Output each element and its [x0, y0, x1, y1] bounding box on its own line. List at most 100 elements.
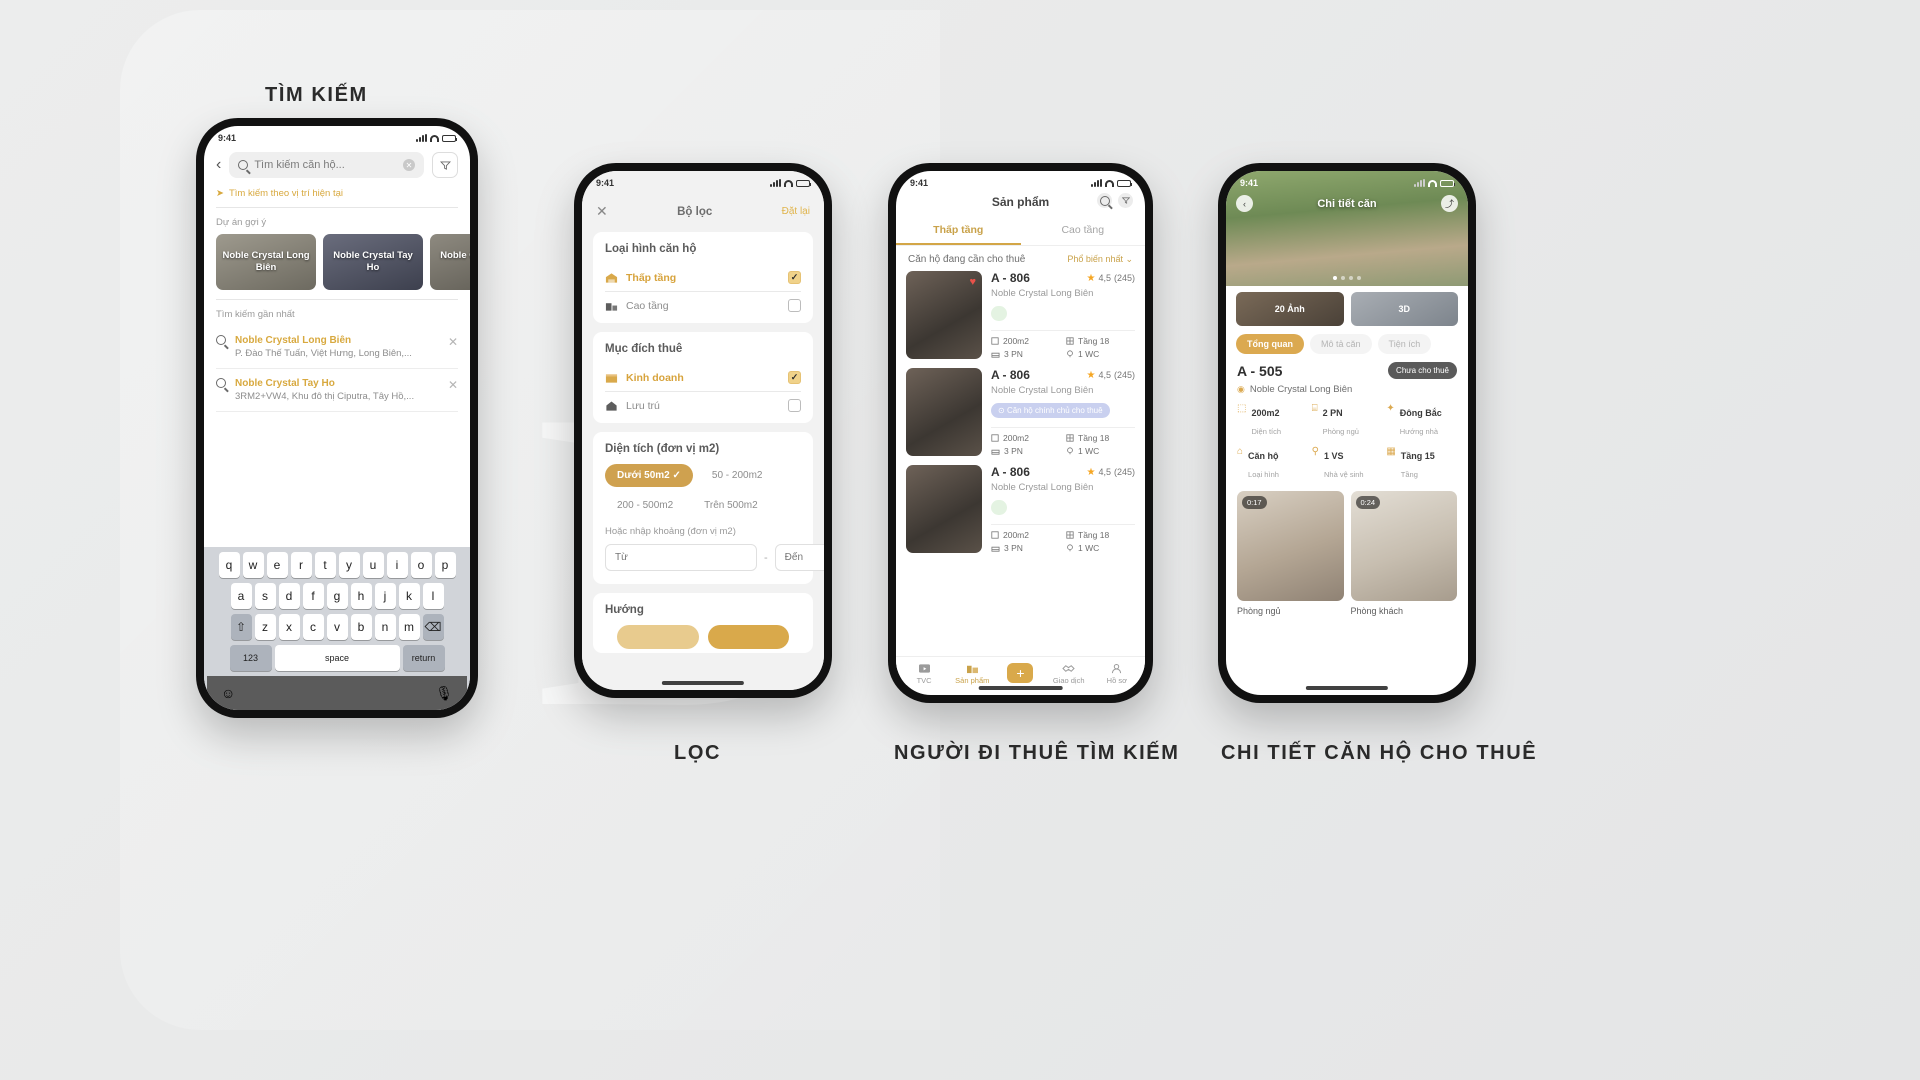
list-item[interactable]: A - 806 ★ 4,5 (245) Noble Crystal Long Bi… — [906, 465, 1135, 553]
mic-icon[interactable]: 🎙 — [435, 685, 453, 702]
key[interactable]: m — [398, 614, 420, 640]
checkbox-checked[interactable]: ✓ — [788, 371, 801, 384]
checkbox-checked[interactable]: ✓ — [788, 271, 801, 284]
nav-label: Sản phẩm — [955, 676, 990, 685]
filter-icon[interactable] — [1118, 193, 1133, 208]
tab-amenities[interactable]: Tiện ích — [1377, 334, 1432, 354]
checkbox[interactable] — [788, 399, 801, 412]
tab-low-rise[interactable]: Thấp tầng — [896, 217, 1021, 245]
project-card[interactable]: Noble Crystal Tay Ho — [430, 234, 470, 290]
nav-item-tvc[interactable]: TVC — [900, 663, 948, 685]
key[interactable]: x — [278, 614, 300, 640]
nav-item-products[interactable]: Sản phẩm — [948, 663, 996, 685]
reset-button[interactable]: Đặt lại — [782, 206, 810, 217]
sort-dropdown[interactable]: Phổ biến nhất ⌄ — [1067, 254, 1133, 265]
nav-item-profile[interactable]: Hồ sơ — [1093, 663, 1141, 685]
remove-icon[interactable]: ✕ — [448, 378, 458, 392]
emoji-icon[interactable]: ☺ — [221, 685, 235, 701]
filter-button[interactable] — [432, 152, 458, 178]
backspace-key[interactable]: ⌫ — [422, 614, 444, 640]
filter-option-low-rise[interactable]: Thấp tầng ✓ — [605, 264, 801, 292]
share-icon[interactable]: ⤴ — [1440, 195, 1458, 212]
tab-overview[interactable]: Tổng quan — [1236, 334, 1304, 354]
spec-key: Tầng — [1400, 470, 1418, 479]
key[interactable]: d — [278, 583, 300, 609]
key[interactable]: v — [326, 614, 348, 640]
list-item[interactable]: Noble Crystal Tay Ho 3RM2+VW4, Khu đô th… — [216, 369, 458, 412]
return-key[interactable]: return — [402, 645, 445, 671]
key[interactable]: l — [422, 583, 444, 609]
room-card[interactable]: 0:24 Phòng khách — [1350, 491, 1457, 616]
plus-icon[interactable]: + — [1007, 663, 1034, 683]
key[interactable]: w — [242, 552, 264, 578]
area-from-input[interactable] — [605, 544, 757, 571]
search-input[interactable]: Tìm kiếm căn hộ... ✕ — [229, 152, 424, 178]
chevron-left-icon[interactable]: ‹ — [216, 156, 221, 174]
video-duration: 0:24 — [1355, 496, 1381, 509]
key[interactable]: j — [374, 583, 396, 609]
shift-key[interactable]: ⇧ — [230, 614, 252, 640]
chevron-left-icon[interactable]: ‹ — [1236, 195, 1253, 212]
area-chip[interactable]: Trên 500m2 — [692, 494, 770, 517]
area-to-input[interactable] — [774, 544, 824, 571]
key[interactable]: e — [266, 552, 288, 578]
area-chip[interactable]: 50 - 200m2 — [699, 464, 775, 487]
spec-wc: 1 WC — [1066, 543, 1135, 553]
area-chip[interactable]: 200 - 500m2 — [605, 494, 686, 517]
key[interactable]: p — [434, 552, 456, 578]
key[interactable]: z — [254, 614, 276, 640]
project-card[interactable]: Noble Crystal Long Biên — [216, 234, 316, 290]
photos-button[interactable]: 20 Ảnh — [1236, 292, 1344, 326]
clear-icon[interactable]: ✕ — [403, 159, 415, 171]
key[interactable]: k — [398, 583, 420, 609]
project-card[interactable]: Noble Crystal Tay Ho — [323, 234, 423, 290]
list-item[interactable]: A - 806 ★ 4,5 (245) Noble Crystal Long Bi… — [906, 368, 1135, 456]
numbers-key[interactable]: 123 — [229, 645, 272, 671]
key[interactable]: t — [314, 552, 336, 578]
current-location-search[interactable]: ➤ Tìm kiếm theo vị trí hiện tại — [204, 188, 470, 207]
room-card[interactable]: 0:17 Phòng ngủ — [1237, 491, 1344, 616]
direction-chip[interactable] — [707, 625, 789, 649]
area-chip-selected[interactable]: Dưới 50m2 ✓ — [605, 464, 693, 487]
list-item[interactable]: ♥ A - 806 ★ 4,5 (245) Noble Crystal Long … — [906, 271, 1135, 359]
wifi-icon — [430, 134, 439, 142]
key[interactable]: s — [254, 583, 276, 609]
filter-option-business[interactable]: Kinh doanh ✓ — [605, 364, 801, 392]
key[interactable]: y — [338, 552, 360, 578]
listing-name: A - 806 — [991, 368, 1030, 382]
key[interactable]: f — [302, 583, 324, 609]
search-icon[interactable] — [1097, 193, 1112, 208]
tab-description[interactable]: Mô tả căn — [1310, 334, 1372, 354]
key[interactable]: g — [326, 583, 348, 609]
space-key[interactable]: space — [274, 645, 400, 671]
threed-button[interactable]: 3D — [1350, 292, 1458, 326]
caption-renter-search: NGƯỜI ĐI THUÊ TÌM KIẾM — [894, 742, 1180, 764]
direction-chip[interactable] — [617, 625, 699, 649]
key[interactable]: u — [362, 552, 384, 578]
list-item[interactable]: Noble Crystal Long Biên P. Đào Thế Tuấn,… — [216, 326, 458, 369]
status-time: 9:41 — [1240, 178, 1259, 188]
key[interactable]: o — [410, 552, 432, 578]
filter-option-high-rise[interactable]: Cao tầng — [605, 292, 801, 319]
option-label: Kinh doanh — [626, 371, 684, 384]
recent-title: Noble Crystal Tay Ho — [235, 378, 335, 389]
divider — [991, 427, 1135, 428]
tab-high-rise[interactable]: Cao tầng — [1021, 217, 1146, 245]
key[interactable]: i — [386, 552, 408, 578]
nav-item-add[interactable]: + — [996, 663, 1044, 685]
close-icon[interactable]: ✕ — [596, 203, 608, 220]
favorite-icon[interactable]: ♥ — [969, 276, 976, 288]
wc-icon: ⚲ — [1311, 446, 1319, 457]
remove-icon[interactable]: ✕ — [448, 335, 458, 349]
key[interactable]: h — [350, 583, 372, 609]
key[interactable]: n — [374, 614, 396, 640]
key[interactable]: c — [302, 614, 324, 640]
key[interactable]: r — [290, 552, 312, 578]
on-screen-keyboard[interactable]: q w e r t y u i o p a s d f g h j k l ⇧ … — [204, 547, 470, 710]
filter-option-residence[interactable]: Lưu trú — [605, 392, 801, 419]
key[interactable]: q — [218, 552, 240, 578]
key[interactable]: a — [230, 583, 252, 609]
checkbox[interactable] — [788, 299, 801, 312]
nav-item-transactions[interactable]: Giao dịch — [1045, 663, 1093, 685]
key[interactable]: b — [350, 614, 372, 640]
